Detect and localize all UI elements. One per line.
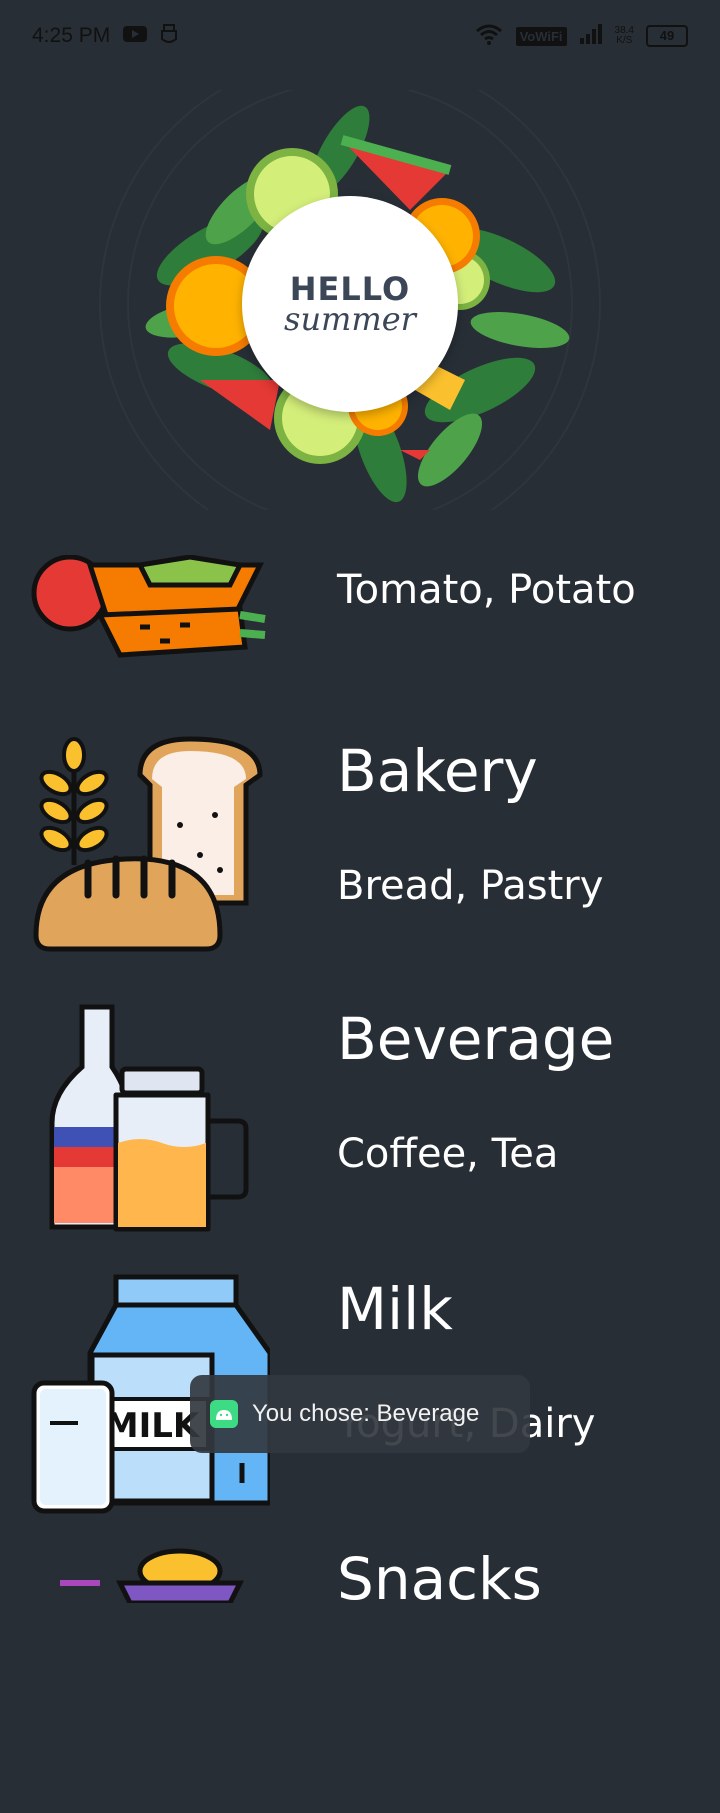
snacks-icon	[30, 1543, 270, 1793]
network-speed: 38.4 K/S	[615, 26, 634, 46]
status-time: 4:25 PM	[32, 24, 111, 47]
category-row-bakery[interactable]: Bakery Bread, Pastry	[0, 735, 720, 1005]
category-title: Bakery	[337, 737, 538, 805]
svg-text:MILK: MILK	[105, 1406, 201, 1446]
vowifi-badge: VoWiFi	[515, 26, 567, 46]
category-title: Beverage	[337, 1005, 615, 1073]
bakery-icon	[30, 735, 270, 985]
category-row-snacks[interactable]: Snacks	[0, 1543, 720, 1813]
category-subtitle: Tomato, Potato	[337, 567, 636, 613]
toast-text: You chose: Beverage	[252, 1400, 480, 1427]
signal-icon	[579, 23, 603, 49]
category-title: Milk	[337, 1275, 453, 1343]
category-subtitle: Bread, Pastry	[337, 863, 604, 909]
status-left: 4:25 PM	[32, 23, 178, 49]
banner-summer-text: summer	[284, 300, 416, 338]
battery-indicator: 49	[646, 25, 688, 47]
app-notification-icon	[160, 23, 178, 49]
category-row-beverage[interactable]: Beverage Coffee, Tea	[0, 1003, 720, 1273]
android-icon	[210, 1400, 238, 1428]
wifi-icon	[474, 22, 504, 50]
status-bar: 4:25 PM VoWiFi 38.4 K/S 49	[0, 0, 720, 72]
speed-unit: K/S	[616, 35, 633, 46]
hello-summer-logo: HELLO summer	[242, 196, 458, 412]
summer-banner: HELLO summer	[80, 53, 620, 555]
category-title: Snacks	[337, 1545, 542, 1613]
category-subtitle: Coffee, Tea	[337, 1131, 559, 1177]
youtube-icon	[122, 24, 148, 48]
beverage-icon	[30, 1003, 270, 1253]
toast-message: You chose: Beverage	[190, 1375, 530, 1453]
status-right: VoWiFi 38.4 K/S 49	[474, 22, 688, 50]
